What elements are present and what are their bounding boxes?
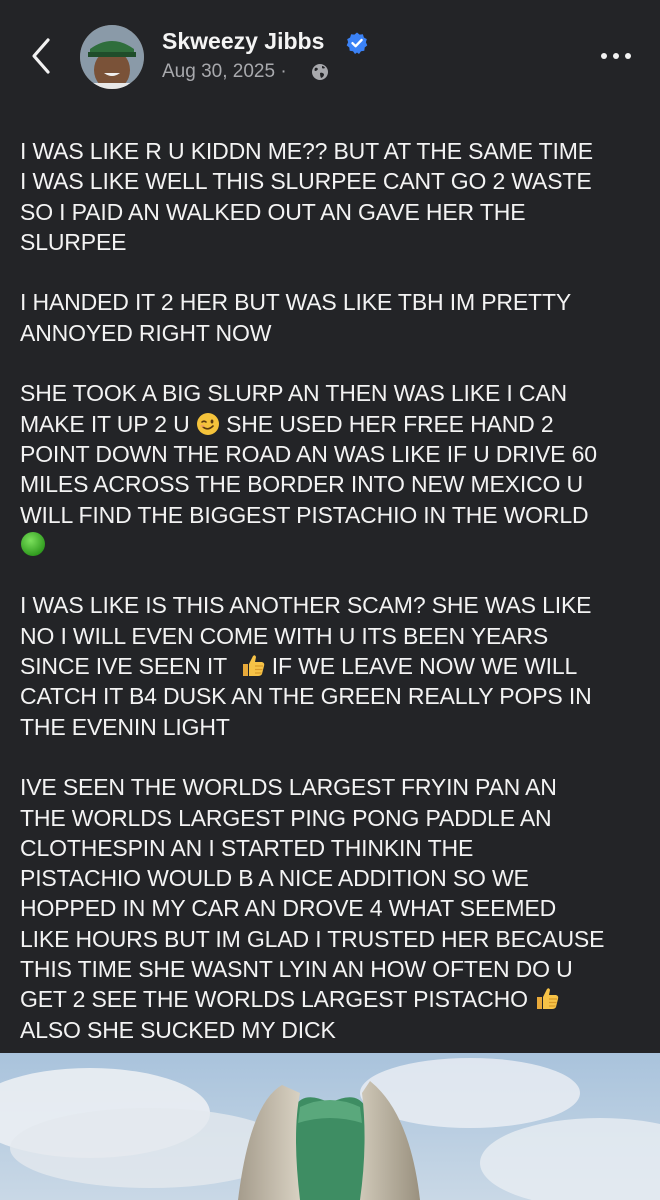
- text-line: SHE TOOK A BIG SLURP AN THEN WAS LIKE I …: [20, 380, 568, 407]
- more-options-button[interactable]: [598, 44, 634, 68]
- text-line: SO I PAID AN WALKED OUT AN GAVE HER THE: [20, 198, 526, 225]
- text-line: [20, 530, 645, 560]
- text-segment: MAKE IT UP 2 U: [20, 410, 190, 437]
- globe-icon: [312, 64, 328, 80]
- text-line: SLURPEE: [20, 228, 127, 255]
- thumbs-up-emoji-icon: [242, 655, 264, 677]
- text-line: LIKE HOURS BUT IM GLAD I TRUSTED HER BEC…: [20, 925, 605, 952]
- text-line: WILL FIND THE BIGGEST PISTACHIO IN THE W…: [20, 501, 589, 528]
- text-line: I WAS LIKE WELL THIS SLURPEE CANT GO 2 W…: [20, 168, 592, 195]
- text-line: I WAS LIKE R U KIDDN ME?? BUT AT THE SAM…: [20, 138, 593, 164]
- text-line: THE WORLDS LARGEST PING PONG PADDLE AN: [20, 804, 552, 831]
- text-line: IVE SEEN THE WORLDS LARGEST FRYIN PAN AN: [20, 774, 557, 801]
- text-line: MILES ACROSS THE BORDER INTO NEW MEXICO …: [20, 471, 583, 498]
- text-line: MAKE IT UP 2 U SHE USED HER FREE HAND 2: [20, 409, 645, 439]
- text-segment: IF WE LEAVE NOW WE WILL: [271, 653, 578, 680]
- thumbs-up-emoji-icon: [537, 988, 559, 1010]
- paragraph: IVE SEEN THE WORLDS LARGEST FRYIN PAN AN…: [20, 772, 645, 1045]
- back-button[interactable]: [26, 34, 56, 78]
- post-text: I WAS LIKE R U KIDDN ME?? BUT AT THE SAM…: [20, 136, 645, 1075]
- text-segment: SINCE IVE SEEN IT: [20, 653, 228, 680]
- text-line: ALSO SHE SUCKED MY DICK: [20, 1016, 336, 1043]
- text-line: CATCH IT B4 DUSK AN THE GREEN REALLY POP…: [20, 683, 592, 710]
- avatar[interactable]: [80, 25, 144, 89]
- post-header: Skweezy Jibbs Aug 30, 2025 ·: [0, 0, 660, 110]
- post-date: Aug 30, 2025 ·: [162, 61, 287, 82]
- text-line: ANNOYED RIGHT NOW: [20, 319, 272, 346]
- text-line: SINCE IVE SEEN IT IF WE LEAVE NOW WE WIL…: [20, 651, 645, 681]
- verified-badge-icon: [346, 32, 368, 54]
- text-segment: SHE USED HER FREE HAND 2: [226, 410, 554, 437]
- text-line: HOPPED IN MY CAR AN DROVE 4 WHAT SEEMED: [20, 895, 557, 922]
- text-line: GET 2 SEE THE WORLDS LARGEST PISTACHO: [20, 984, 645, 1014]
- green-circle-emoji-icon: [21, 531, 45, 556]
- text-line: CLOTHESPIN AN I STARTED THINKIN THE: [20, 834, 474, 861]
- text-line: THIS TIME SHE WASNT LYIN AN HOW OFTEN DO…: [20, 956, 573, 983]
- paragraph: I WAS LIKE IS THIS ANOTHER SCAM? SHE WAS…: [20, 590, 645, 741]
- avatar-photo: [80, 25, 144, 89]
- paragraph: SHE TOOK A BIG SLURP AN THEN WAS LIKE I …: [20, 378, 645, 560]
- post-photo[interactable]: [0, 1053, 660, 1200]
- text-line: I WAS LIKE IS THIS ANOTHER SCAM? SHE WAS…: [20, 592, 592, 619]
- text-segment: GET 2 SEE THE WORLDS LARGEST PISTACHO: [20, 986, 528, 1013]
- text-line: POINT DOWN THE ROAD AN WAS LIKE IF U DRI…: [20, 440, 597, 467]
- text-line: PISTACHIO WOULD B A NICE ADDITION SO WE: [20, 865, 529, 892]
- text-line: THE EVENIN LIGHT: [20, 713, 230, 740]
- pistachio-statue-image: [0, 1053, 660, 1200]
- author-name[interactable]: Skweezy Jibbs: [162, 28, 324, 55]
- paragraph: I WAS LIKE R U KIDDN ME?? BUT AT THE SAM…: [20, 136, 645, 257]
- text-line: I HANDED IT 2 HER BUT WAS LIKE TBH IM PR…: [20, 289, 572, 316]
- winking-face-emoji-icon: [196, 412, 219, 435]
- text-line: NO I WILL EVEN COME WITH U ITS BEEN YEAR…: [20, 622, 549, 649]
- paragraph: I HANDED IT 2 HER BUT WAS LIKE TBH IM PR…: [20, 287, 645, 348]
